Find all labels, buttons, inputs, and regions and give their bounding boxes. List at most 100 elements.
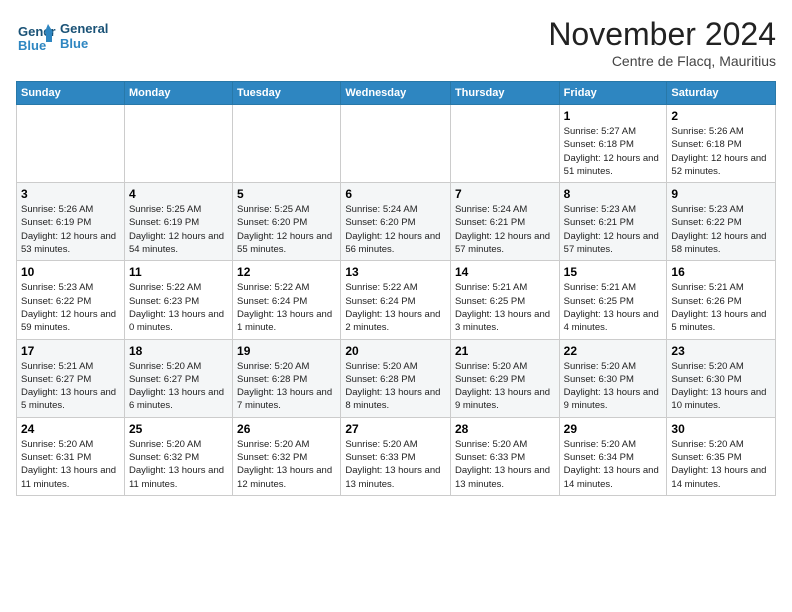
calendar-cell [124, 105, 232, 183]
day-info: Sunrise: 5:20 AM Sunset: 6:34 PM Dayligh… [564, 438, 663, 491]
day-info: Sunrise: 5:23 AM Sunset: 6:22 PM Dayligh… [671, 203, 771, 256]
day-number: 19 [237, 344, 336, 358]
day-info: Sunrise: 5:25 AM Sunset: 6:19 PM Dayligh… [129, 203, 228, 256]
calendar-cell: 26 Sunrise: 5:20 AM Sunset: 6:32 PM Dayli… [233, 417, 341, 495]
day-info: Sunrise: 5:23 AM Sunset: 6:21 PM Dayligh… [564, 203, 663, 256]
calendar-cell: 8Sunrise: 5:23 AM Sunset: 6:21 PM Daylig… [559, 183, 667, 261]
month-title: November 2024 [548, 16, 776, 53]
calendar-cell: 3 Sunrise: 5:26 AM Sunset: 6:19 PM Daylig… [17, 183, 125, 261]
day-number: 20 [345, 344, 446, 358]
day-info: Sunrise: 5:23 AM Sunset: 6:22 PM Dayligh… [21, 281, 120, 334]
calendar-cell: 11 Sunrise: 5:22 AM Sunset: 6:23 PM Dayli… [124, 261, 232, 339]
calendar-cell [17, 105, 125, 183]
calendar-cell: 15Sunrise: 5:21 AM Sunset: 6:25 PM Dayli… [559, 261, 667, 339]
calendar-cell: 18 Sunrise: 5:20 AM Sunset: 6:27 PM Dayli… [124, 339, 232, 417]
calendar-cell: 29 Sunrise: 5:20 AM Sunset: 6:34 PM Dayli… [559, 417, 667, 495]
day-number: 11 [129, 265, 228, 279]
day-number: 24 [21, 422, 120, 436]
calendar-cell: 17 Sunrise: 5:21 AM Sunset: 6:27 PM Dayli… [17, 339, 125, 417]
weekday-header-saturday: Saturday [667, 82, 776, 105]
calendar-cell: 14Sunrise: 5:21 AM Sunset: 6:25 PM Dayli… [450, 261, 559, 339]
calendar-cell: 21 Sunrise: 5:20 AM Sunset: 6:29 PM Dayli… [450, 339, 559, 417]
day-info: Sunrise: 5:21 AM Sunset: 6:26 PM Dayligh… [671, 281, 771, 334]
week-row-3: 10 Sunrise: 5:23 AM Sunset: 6:22 PM Dayli… [17, 261, 776, 339]
day-number: 1 [564, 109, 663, 123]
day-number: 9 [671, 187, 771, 201]
day-number: 6 [345, 187, 446, 201]
weekday-header-wednesday: Wednesday [341, 82, 451, 105]
week-row-4: 17 Sunrise: 5:21 AM Sunset: 6:27 PM Dayli… [17, 339, 776, 417]
day-number: 18 [129, 344, 228, 358]
day-number: 27 [345, 422, 446, 436]
calendar-cell: 10 Sunrise: 5:23 AM Sunset: 6:22 PM Dayli… [17, 261, 125, 339]
day-number: 2 [671, 109, 771, 123]
day-number: 15 [564, 265, 663, 279]
weekday-header-sunday: Sunday [17, 82, 125, 105]
week-row-5: 24 Sunrise: 5:20 AM Sunset: 6:31 PM Dayli… [17, 417, 776, 495]
day-info: Sunrise: 5:25 AM Sunset: 6:20 PM Dayligh… [237, 203, 336, 256]
day-number: 17 [21, 344, 120, 358]
logo-icon: General Blue [16, 16, 56, 56]
day-number: 30 [671, 422, 771, 436]
calendar-cell: 16 Sunrise: 5:21 AM Sunset: 6:26 PM Dayli… [667, 261, 776, 339]
week-row-2: 3 Sunrise: 5:26 AM Sunset: 6:19 PM Daylig… [17, 183, 776, 261]
day-number: 25 [129, 422, 228, 436]
day-info: Sunrise: 5:20 AM Sunset: 6:29 PM Dayligh… [455, 360, 555, 413]
day-info: Sunrise: 5:20 AM Sunset: 6:32 PM Dayligh… [237, 438, 336, 491]
week-row-1: 1 Sunrise: 5:27 AM Sunset: 6:18 PM Daylig… [17, 105, 776, 183]
calendar-cell: 6 Sunrise: 5:24 AM Sunset: 6:20 PM Daylig… [341, 183, 451, 261]
day-info: Sunrise: 5:20 AM Sunset: 6:27 PM Dayligh… [129, 360, 228, 413]
calendar-cell: 12Sunrise: 5:22 AM Sunset: 6:24 PM Dayli… [233, 261, 341, 339]
day-info: Sunrise: 5:20 AM Sunset: 6:33 PM Dayligh… [455, 438, 555, 491]
calendar-cell: 28Sunrise: 5:20 AM Sunset: 6:33 PM Dayli… [450, 417, 559, 495]
day-number: 21 [455, 344, 555, 358]
calendar-cell: 7Sunrise: 5:24 AM Sunset: 6:21 PM Daylig… [450, 183, 559, 261]
calendar-cell: 2 Sunrise: 5:26 AM Sunset: 6:18 PM Daylig… [667, 105, 776, 183]
calendar-cell: 27 Sunrise: 5:20 AM Sunset: 6:33 PM Dayli… [341, 417, 451, 495]
day-number: 13 [345, 265, 446, 279]
day-number: 22 [564, 344, 663, 358]
day-info: Sunrise: 5:20 AM Sunset: 6:31 PM Dayligh… [21, 438, 120, 491]
day-info: Sunrise: 5:24 AM Sunset: 6:21 PM Dayligh… [455, 203, 555, 256]
calendar-cell: 13Sunrise: 5:22 AM Sunset: 6:24 PM Dayli… [341, 261, 451, 339]
location-subtitle: Centre de Flacq, Mauritius [548, 53, 776, 69]
calendar-table: SundayMondayTuesdayWednesdayThursdayFrid… [16, 81, 776, 496]
day-number: 3 [21, 187, 120, 201]
day-info: Sunrise: 5:20 AM Sunset: 6:28 PM Dayligh… [345, 360, 446, 413]
calendar-cell: 19Sunrise: 5:20 AM Sunset: 6:28 PM Dayli… [233, 339, 341, 417]
calendar-cell: 9 Sunrise: 5:23 AM Sunset: 6:22 PM Daylig… [667, 183, 776, 261]
day-info: Sunrise: 5:20 AM Sunset: 6:33 PM Dayligh… [345, 438, 446, 491]
calendar-cell: 22 Sunrise: 5:20 AM Sunset: 6:30 PM Dayli… [559, 339, 667, 417]
day-info: Sunrise: 5:22 AM Sunset: 6:23 PM Dayligh… [129, 281, 228, 334]
day-number: 12 [237, 265, 336, 279]
logo: General Blue General Blue [16, 16, 108, 56]
day-info: Sunrise: 5:26 AM Sunset: 6:19 PM Dayligh… [21, 203, 120, 256]
weekday-header-tuesday: Tuesday [233, 82, 341, 105]
calendar-cell [341, 105, 451, 183]
calendar-cell [450, 105, 559, 183]
calendar-cell: 20 Sunrise: 5:20 AM Sunset: 6:28 PM Dayli… [341, 339, 451, 417]
svg-text:Blue: Blue [18, 38, 46, 53]
weekday-header-friday: Friday [559, 82, 667, 105]
calendar-cell: 5 Sunrise: 5:25 AM Sunset: 6:20 PM Daylig… [233, 183, 341, 261]
day-info: Sunrise: 5:21 AM Sunset: 6:27 PM Dayligh… [21, 360, 120, 413]
day-info: Sunrise: 5:26 AM Sunset: 6:18 PM Dayligh… [671, 125, 771, 178]
calendar-cell [233, 105, 341, 183]
day-info: Sunrise: 5:24 AM Sunset: 6:20 PM Dayligh… [345, 203, 446, 256]
title-area: November 2024 Centre de Flacq, Mauritius [548, 16, 776, 69]
logo-general: General [60, 21, 108, 36]
day-number: 10 [21, 265, 120, 279]
day-number: 14 [455, 265, 555, 279]
day-info: Sunrise: 5:20 AM Sunset: 6:30 PM Dayligh… [564, 360, 663, 413]
day-info: Sunrise: 5:27 AM Sunset: 6:18 PM Dayligh… [564, 125, 663, 178]
day-number: 16 [671, 265, 771, 279]
calendar-cell: 25Sunrise: 5:20 AM Sunset: 6:32 PM Dayli… [124, 417, 232, 495]
weekday-header-monday: Monday [124, 82, 232, 105]
day-number: 23 [671, 344, 771, 358]
day-info: Sunrise: 5:20 AM Sunset: 6:35 PM Dayligh… [671, 438, 771, 491]
day-number: 4 [129, 187, 228, 201]
day-number: 26 [237, 422, 336, 436]
day-number: 5 [237, 187, 336, 201]
day-number: 29 [564, 422, 663, 436]
calendar-cell: 4 Sunrise: 5:25 AM Sunset: 6:19 PM Daylig… [124, 183, 232, 261]
